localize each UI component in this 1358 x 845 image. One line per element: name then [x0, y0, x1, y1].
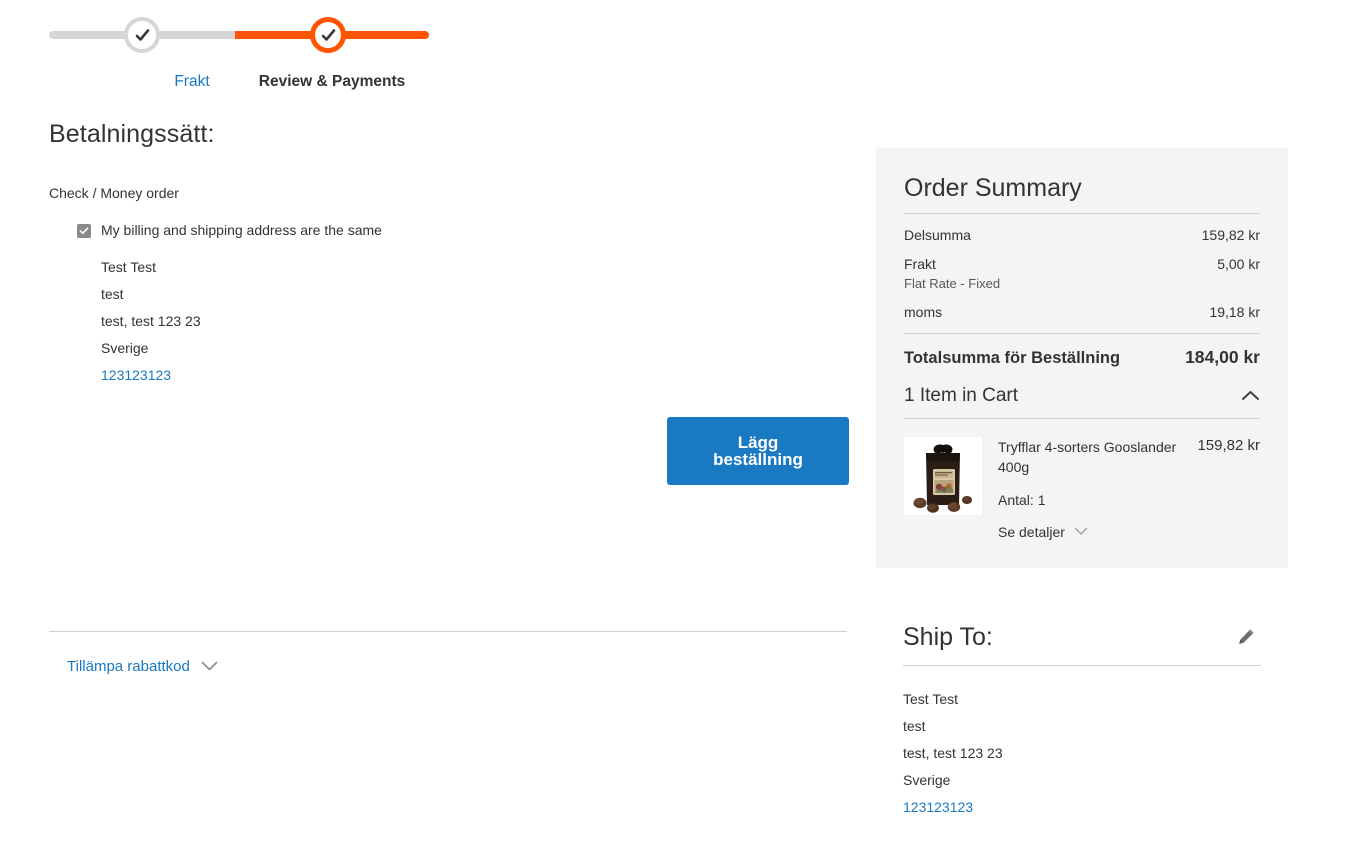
place-order-button[interactable]: Lägg beställning [667, 417, 849, 485]
summary-row-value: 5,00 kr [1217, 256, 1260, 272]
billing-address-line: test [101, 285, 124, 302]
cart-item-body: Tryfflar 4-sorters Gooslander 400g 159,8… [998, 437, 1260, 542]
ship-to-divider [903, 665, 1261, 666]
page-title: Betalningssätt: [49, 120, 215, 148]
ship-to-header: Ship To: [903, 622, 1261, 652]
summary-row-tax: moms 19,18 kr [904, 304, 1260, 320]
ship-to-title: Ship To: [903, 622, 993, 651]
truffle-gift-bag-image [904, 437, 982, 515]
check-icon [135, 28, 149, 41]
billing-address-line: Test Test [101, 258, 156, 275]
payment-method-name: Check / Money order [49, 185, 179, 201]
cart-item: Tryfflar 4-sorters Gooslander 400g 159,8… [904, 419, 1260, 542]
billing-address: Test Test test test, test 123 23 Sverige… [101, 254, 849, 389]
summary-row-subtotal: Delsumma 159,82 kr [904, 227, 1260, 243]
cart-items-count: 1 Item in Cart [904, 385, 1019, 406]
ship-to-address-line: Test Test [903, 691, 958, 707]
checkmark-icon [79, 227, 89, 235]
grand-total-label: Totalsumma för Beställning [904, 349, 1121, 367]
pencil-icon [1239, 629, 1254, 644]
summary-row-label: Frakt [904, 256, 936, 272]
order-summary-panel: Order Summary Delsumma 159,82 kr Frakt 5… [876, 148, 1288, 568]
checkout-progress-bar: Frakt Review & Payments [49, 14, 429, 94]
order-summary-title: Order Summary [904, 174, 1082, 202]
billing-address-line: test, test 123 23 [101, 312, 201, 329]
ship-to-address-line: test, test 123 23 [903, 745, 1003, 761]
apply-discount-label: Tillämpa rabattkod [67, 657, 190, 675]
cart-item-details-label: Se detaljer [998, 523, 1065, 540]
section-divider [49, 630, 847, 632]
ship-to-phone-link[interactable]: 123123123 [903, 794, 1261, 821]
cart-item-name: Tryfflar 4-sorters Gooslander 400g [998, 439, 1177, 476]
summary-row-label: moms [904, 304, 943, 320]
apply-discount-toggle[interactable]: Tillämpa rabattkod [67, 658, 218, 675]
summary-totals: Delsumma 159,82 kr Frakt 5,00 kr Flat Ra… [904, 214, 1260, 368]
edit-shipping-address-button[interactable] [1231, 622, 1261, 652]
cart-item-price: 159,82 kr [1197, 437, 1260, 454]
same-address-label[interactable]: My billing and shipping address are the … [101, 222, 382, 239]
step-label-review-payments: Review & Payments [258, 73, 406, 90]
place-order-container: Lägg beställning [667, 417, 849, 485]
summary-row-value: 19,18 kr [1209, 304, 1260, 320]
billing-phone-link[interactable]: 123123123 [101, 362, 849, 389]
ship-to-address-line: test [903, 718, 926, 734]
chevron-up-icon [1242, 391, 1259, 400]
ship-to-address: Test Test test test, test 123 23 Sverige… [903, 686, 1261, 821]
ship-to-section: Ship To: Test Test test test, test 123 2… [903, 622, 1261, 821]
product-thumbnail[interactable] [904, 437, 982, 515]
step-marker-review-payments[interactable] [310, 17, 346, 53]
billing-address-line: Sverige [101, 339, 149, 356]
shipping-method-description: Flat Rate - Fixed [904, 276, 1001, 291]
grand-total-value: 184,00 kr [1185, 347, 1260, 367]
same-address-checkbox[interactable] [77, 224, 91, 238]
summary-row-value: 159,82 kr [1201, 227, 1260, 243]
cart-item-header: Tryfflar 4-sorters Gooslander 400g 159,8… [998, 437, 1260, 478]
cart-items-toggle[interactable]: 1 Item in Cart [904, 368, 1260, 407]
same-address-row[interactable]: My billing and shipping address are the … [77, 222, 849, 239]
summary-row-grand-total: Totalsumma för Beställning 184,00 kr [904, 334, 1260, 368]
summary-row-label: Delsumma [904, 227, 971, 243]
cart-item-quantity: Antal: 1 [998, 491, 1046, 508]
cart-item-details-toggle[interactable]: Se detaljer [998, 524, 1088, 540]
chevron-down-icon [201, 661, 218, 671]
billing-address-block: My billing and shipping address are the … [77, 222, 849, 389]
payment-section: Betalningssätt: Check / Money order My b… [49, 120, 849, 676]
summary-row-shipping: Frakt 5,00 kr [904, 256, 1260, 272]
chevron-down-icon [1074, 527, 1088, 535]
ship-to-address-line: Sverige [903, 772, 951, 788]
step-marker-frakt[interactable] [124, 17, 160, 53]
checkout-page: Frakt Review & Payments Betalningssätt: … [0, 0, 1358, 845]
check-icon [321, 28, 335, 41]
